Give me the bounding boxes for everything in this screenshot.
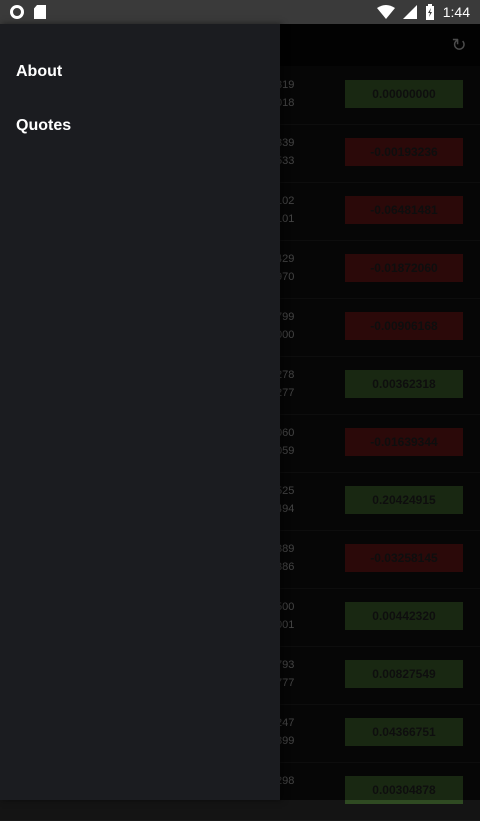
sync-icon <box>10 5 24 19</box>
drawer-item-about[interactable]: About <box>0 56 280 88</box>
battery-charging-icon <box>425 4 434 20</box>
clock: 1:44 <box>442 4 470 20</box>
drawer-item-quotes[interactable]: Quotes <box>0 110 280 142</box>
signal-icon <box>402 5 417 19</box>
navigation-drawer: About Quotes <box>0 24 280 800</box>
sd-card-icon <box>34 5 46 19</box>
status-bar: 1:44 <box>0 0 480 24</box>
wifi-icon <box>376 5 395 19</box>
